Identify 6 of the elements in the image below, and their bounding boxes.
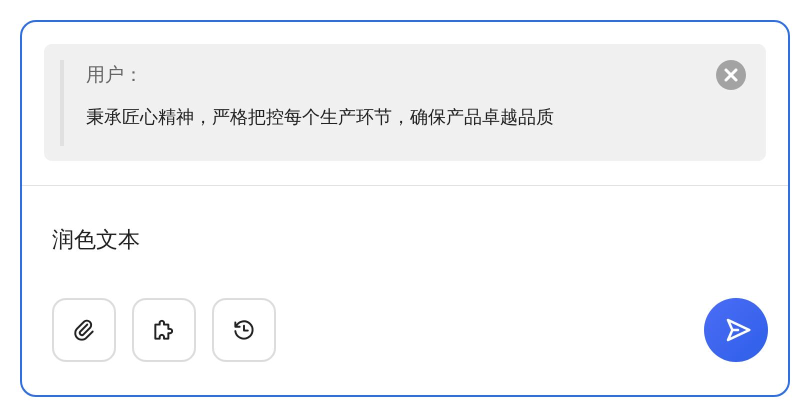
tool-button[interactable]	[212, 298, 276, 362]
tool-button[interactable]	[52, 298, 116, 362]
message-input-field[interactable]: 润色文本	[52, 224, 552, 256]
quote-author-label: 用户：	[86, 63, 144, 87]
quoted-message-text: 秉承匠心精神，严格把控每个生产环节，确保产品卓越品质	[86, 106, 555, 130]
tool-button[interactable]	[132, 298, 196, 362]
